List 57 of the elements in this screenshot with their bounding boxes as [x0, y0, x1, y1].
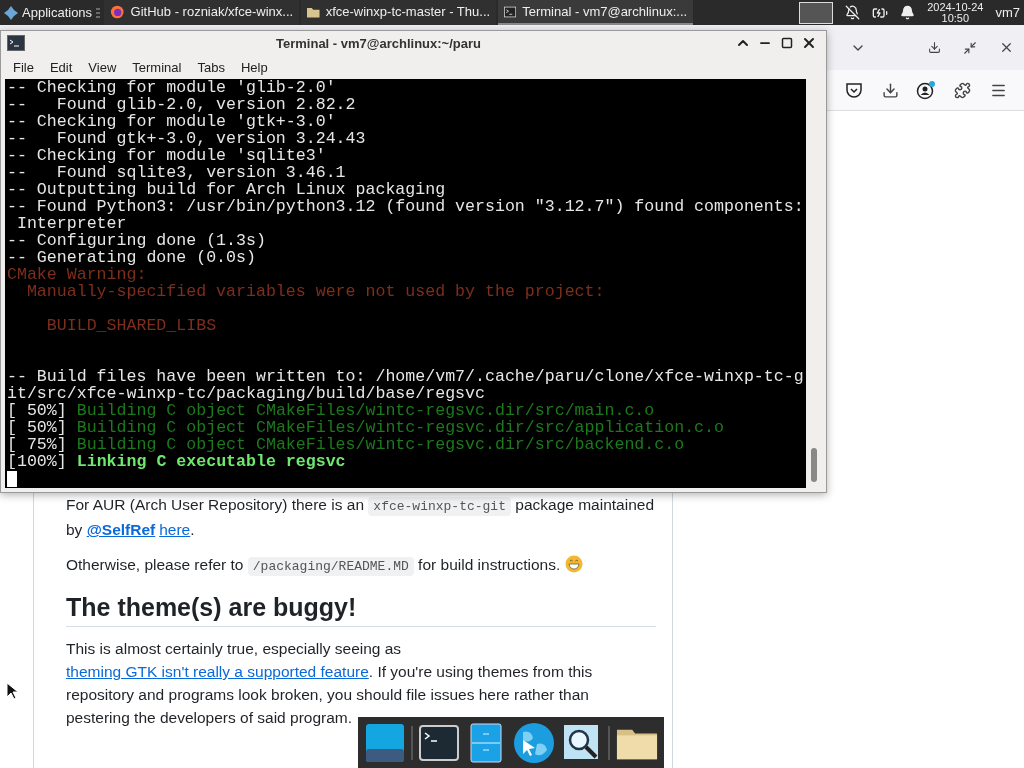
- terminal-line: BUILD_SHARED_LIBS: [45, 317, 218, 334]
- section-heading: The theme(s) are buggy!: [66, 592, 656, 627]
- window-title: Terminal - vm7@archlinux:~/paru: [275, 35, 482, 51]
- notifications-off-icon[interactable]: [845, 5, 861, 20]
- mouse-pointer-icon: [6, 682, 18, 700]
- link[interactable]: here: [159, 521, 191, 538]
- terminal-line: [ 75%] Building C object CMakeFiles/wintc-regsvc.dir/src/backend.c.o: [7, 436, 686, 453]
- applications-menu[interactable]: Applications: [0, 0, 105, 25]
- taskbar-button[interactable]: GitHub - rozniak/xfce-winx...: [104, 0, 300, 25]
- terminal-line: [100%] Linking C executable regsvc: [7, 453, 347, 470]
- terminal-line: Manually-specified variables were not used by the project:: [25, 283, 606, 300]
- terminal-line: -- Found sqlite3, version 3.46.1: [7, 164, 347, 181]
- menu-item[interactable]: View: [80, 59, 125, 75]
- terminal-line: -- Checking for module 'glib-2.0': [7, 79, 337, 96]
- terminal-line: -- Configuring done (1.3s): [7, 232, 267, 249]
- menu-item[interactable]: Terminal: [124, 59, 190, 75]
- paragraph: Otherwise, please refer to /packaging/README.MD for build instructions.: [66, 553, 656, 578]
- terminal-line: -- Generating done (0.0s): [7, 249, 257, 266]
- handle-icon: [96, 6, 101, 19]
- terminal-line: Interpreter: [15, 215, 128, 232]
- terminal-line: [ 50%] Building C object CMakeFiles/wintc-regsvc.dir/src/main.c.o: [7, 402, 656, 419]
- terminal-line: -- Found Python3: /usr/bin/python3.12 (found version "3.12.7") found components:: [7, 198, 805, 215]
- user-name: vm7: [995, 5, 1020, 20]
- terminal-icon: [7, 35, 25, 51]
- mention-link[interactable]: @SelfRef: [86, 521, 156, 538]
- terminal-line: -- Build files have been written to: /home/vm7/.cache/paru/clone/xfce-winxp-tc-g: [7, 368, 805, 385]
- close-icon: [801, 35, 817, 51]
- terminal-line: -- Checking for module 'gtk+-3.0': [7, 113, 337, 130]
- maximize-icon: [781, 37, 793, 49]
- clock-date: 2024-10-24: [927, 1, 984, 13]
- menu-item[interactable]: Tabs: [189, 59, 233, 75]
- terminal-line: it/src/xfce-winxp-tc/packaging/build/base/regsvc: [7, 385, 486, 402]
- menu-item[interactable]: Edit: [41, 59, 81, 75]
- inline-code: /packaging/README.MD: [247, 557, 414, 576]
- terminal-line: -- Outputting build for Arch Linux packaging: [7, 181, 447, 198]
- paragraph: For AUR (Arch User Repository) there is an xfce-winxp-tc-git package maintained by @SelfRef here.: [66, 495, 655, 540]
- terminal-line: [ 50%] Building C object CMakeFiles/wintc-regsvc.dir/src/application.c.o: [7, 419, 725, 436]
- workspace-thumbnail[interactable]: [799, 1, 834, 24]
- clock-time: 10:50: [941, 12, 970, 24]
- menu-item[interactable]: Help: [232, 59, 276, 75]
- terminal-line: -- Found gtk+-3.0, version 3.24.43: [7, 130, 367, 147]
- taskbar-button[interactable]: xfce-winxp-tc-master - Thu...: [301, 0, 497, 25]
- globe-button[interactable]: [513, 721, 555, 764]
- terminal-icon: [504, 4, 517, 19]
- desktop-button[interactable]: [364, 721, 405, 764]
- terminal-line: -- Found glib-2.0, version 2.82.2: [7, 96, 357, 113]
- bell-icon[interactable]: [900, 5, 916, 20]
- text-cursor: [7, 471, 17, 487]
- inline-code: xfce-winxp-tc-git: [368, 497, 511, 516]
- firefox-icon: [110, 3, 125, 20]
- terminal-line: CMake Warning:: [7, 266, 148, 283]
- grinning-face-icon: [564, 555, 583, 573]
- diamond-logo-icon: [4, 5, 18, 20]
- menu-item[interactable]: File: [5, 59, 42, 75]
- link[interactable]: theming GTK isn't really a supported feature: [66, 663, 369, 680]
- taskbar-button[interactable]: Terminal - vm7@archlinux:...: [498, 0, 694, 25]
- terminal-line: -- Checking for module 'sqlite3': [7, 147, 327, 164]
